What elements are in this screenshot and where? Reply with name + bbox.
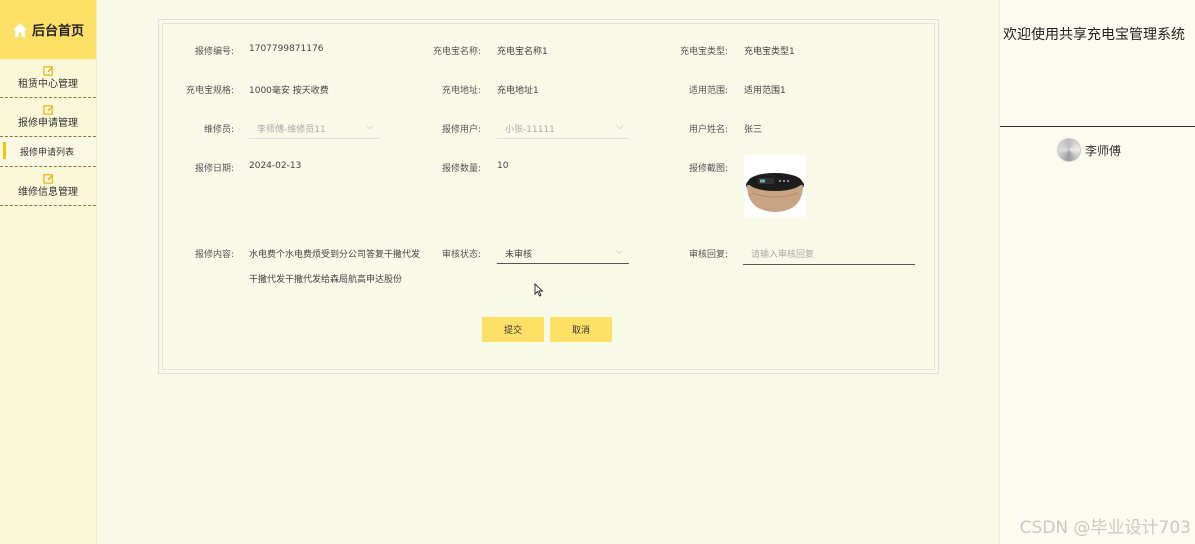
- repair-date-value: 2024-02-13: [249, 161, 302, 171]
- sidebar-item-maintenance-info[interactable]: 维修信息管理: [0, 167, 96, 206]
- chevron-down-icon: ⌵: [366, 122, 373, 132]
- chevron-down-icon: ⌵: [616, 122, 623, 132]
- edit-icon: [42, 105, 53, 115]
- powerbank-spec-value: 1000毫安 按天收费: [249, 86, 329, 96]
- powerbank-name-label: 充电宝名称:: [432, 47, 481, 57]
- repair-date-label: 报修日期:: [194, 164, 234, 174]
- audit-status-select[interactable]: 未审核 ⌵: [497, 242, 629, 264]
- form-card: [158, 19, 939, 374]
- user-name-value: 张三: [744, 125, 763, 135]
- rice-cooker-image: [744, 155, 806, 217]
- audit-reply-input[interactable]: 请输入审核回复: [743, 241, 915, 265]
- active-indicator: [3, 142, 6, 159]
- scope-label: 适用范围:: [688, 86, 728, 96]
- sidebar-home-link[interactable]: 后台首页: [0, 0, 96, 59]
- repair-qty-value: 10: [497, 161, 509, 171]
- divider: [1000, 126, 1195, 127]
- mouse-cursor-icon: [534, 283, 544, 297]
- repair-content-line2: 干撒代发干撒代发给森局航高申达股份: [249, 275, 403, 285]
- sidebar-item-label: 报修申请管理: [18, 118, 78, 129]
- report-user-select[interactable]: 小张-11111 ⌵: [497, 117, 629, 139]
- audit-status-label: 审核状态:: [441, 250, 481, 260]
- scope-value: 适用范围1: [744, 86, 786, 96]
- edit-icon: [42, 66, 53, 76]
- repairman-select-value: 李师傅-维修员11: [257, 125, 326, 135]
- powerbank-type-label: 充电宝类型:: [679, 47, 728, 57]
- powerbank-name-value: 充电宝名称1: [497, 47, 548, 57]
- form-card-inner: [162, 23, 935, 370]
- avatar: [1057, 138, 1081, 162]
- cancel-button[interactable]: 取消: [550, 317, 612, 342]
- submit-button[interactable]: 提交: [482, 317, 544, 342]
- powerbank-spec-label: 充电宝规格:: [185, 86, 234, 96]
- home-icon: [12, 22, 27, 37]
- user-name-label: 用户姓名:: [688, 125, 728, 135]
- audit-reply-placeholder: 请输入审核回复: [751, 250, 815, 260]
- sidebar-subitem-label: 报修申请列表: [20, 148, 75, 158]
- sidebar-subitem-repair-list[interactable]: 报修申请列表: [0, 137, 96, 167]
- username: 李师傅: [1085, 143, 1122, 158]
- repairman-select[interactable]: 李师傅-维修员11 ⌵: [249, 117, 379, 139]
- repair-qty-label: 报修数量:: [441, 164, 481, 174]
- report-user-select-value: 小张-11111: [505, 125, 555, 135]
- right-panel: 欢迎使用共享充电宝管理系统 李师傅: [999, 0, 1195, 544]
- repair-content-line1: 水电费个水电费烦受到分公司答复干撒代发: [249, 250, 421, 260]
- repair-photo-label: 报修截图:: [688, 164, 728, 174]
- sidebar-item-rental-center[interactable]: 租赁中心管理: [0, 59, 96, 98]
- audit-status-select-value: 未审核: [505, 250, 533, 260]
- powerbank-type-value: 充电宝类型1: [744, 47, 795, 57]
- home-label: 后台首页: [31, 24, 84, 39]
- sidebar: 后台首页 租赁中心管理 报修申请管理 报修申请列表 维修信息管理: [0, 0, 97, 544]
- edit-icon: [42, 174, 53, 184]
- report-user-label: 报修用户:: [441, 125, 481, 135]
- sidebar-item-repair-application[interactable]: 报修申请管理: [0, 98, 96, 137]
- sidebar-item-label: 租赁中心管理: [18, 79, 78, 90]
- audit-reply-label: 审核回复:: [688, 250, 728, 260]
- sidebar-item-label: 维修信息管理: [18, 187, 78, 198]
- repair-content-label: 报修内容:: [194, 250, 234, 260]
- charge-address-label: 充电地址:: [441, 86, 481, 96]
- repair-no-label: 报修编号:: [194, 47, 234, 57]
- repair-no-value: 1707799871176: [249, 44, 324, 54]
- chevron-down-icon: ⌵: [616, 247, 623, 257]
- welcome-text: 欢迎使用共享充电宝管理系统: [1003, 27, 1185, 43]
- charge-address-value: 充电地址1: [497, 86, 539, 96]
- user-info[interactable]: 李师傅: [1057, 138, 1121, 162]
- watermark: CSDN @毕业设计703: [1019, 518, 1191, 538]
- repairman-label: 维修员:: [203, 125, 234, 135]
- repair-photo-image[interactable]: [744, 155, 806, 217]
